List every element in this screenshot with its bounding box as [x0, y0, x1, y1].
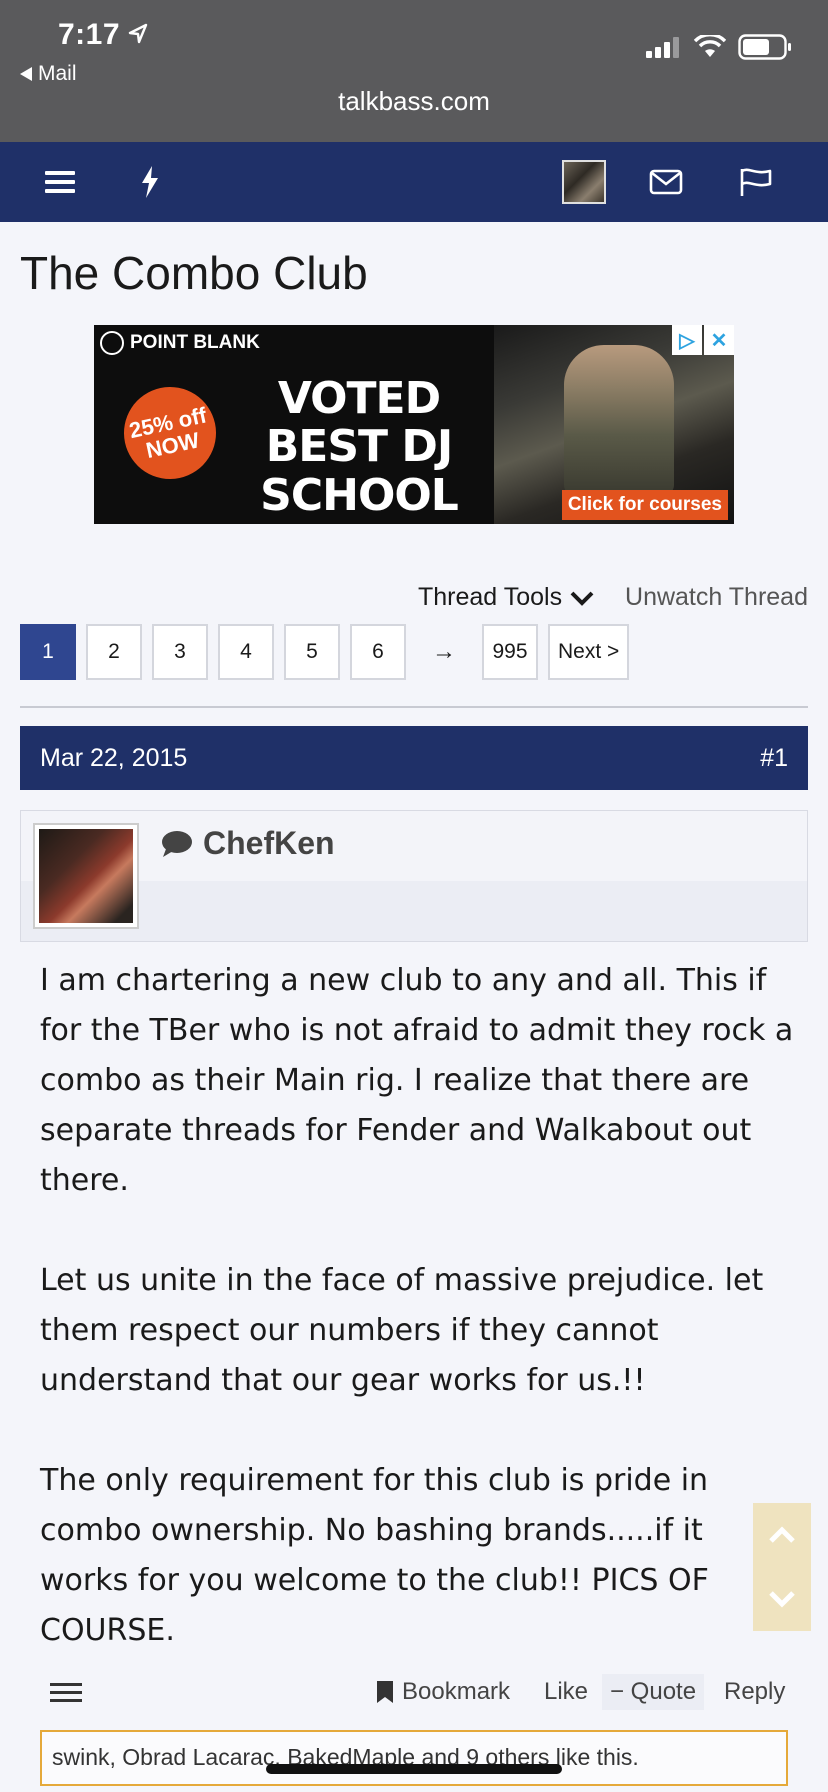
page-1-button[interactable]: 1: [20, 624, 76, 680]
home-indicator[interactable]: [266, 1764, 562, 1774]
post-message: I am chartering a new club to any and al…: [40, 956, 800, 1706]
lightning-icon: [142, 166, 158, 198]
menu-button[interactable]: [30, 142, 90, 222]
author-username: ChefKen: [203, 825, 335, 861]
alerts-button[interactable]: [726, 142, 786, 222]
speech-bubble-icon: [162, 830, 192, 857]
inbox-button[interactable]: [636, 142, 696, 222]
page-3-button[interactable]: 3: [152, 624, 208, 680]
likes-summary: swink, Obrad Lacarac, BakedMaple and 9 o…: [40, 1730, 788, 1786]
back-label: Mail: [38, 62, 77, 85]
thread-tools-dropdown[interactable]: Thread Tools: [418, 583, 594, 612]
page-2-button[interactable]: 2: [86, 624, 142, 680]
thread-tools-label: Thread Tools: [418, 583, 563, 611]
quote-button[interactable]: − Quote: [602, 1674, 705, 1710]
divider: [20, 706, 808, 708]
post-actions-bar: Bookmark Like − Quote Reply: [0, 1672, 828, 1716]
ad-brand-name: POINT BLANK: [130, 332, 260, 353]
reply-button[interactable]: Reply: [724, 1678, 785, 1706]
likes-suffix: like this.: [555, 1744, 639, 1770]
post-author-box: ChefKen: [20, 810, 808, 942]
ad-controls: ▷ ✕: [670, 325, 734, 355]
next-page-button[interactable]: Next >: [548, 624, 630, 680]
scroll-down-icon[interactable]: [769, 1590, 795, 1608]
author-name[interactable]: ChefKen: [161, 825, 335, 862]
pagination: 1 2 3 4 5 6 → 995 Next >: [20, 624, 630, 680]
avatar-image: [39, 829, 133, 923]
post-menu-icon[interactable]: [50, 1682, 82, 1704]
ad-cta-button[interactable]: Click for courses: [561, 490, 728, 520]
unwatch-thread-link[interactable]: Unwatch Thread: [625, 583, 808, 612]
bookmark-button[interactable]: Bookmark: [376, 1678, 510, 1706]
post-number[interactable]: #1: [760, 744, 788, 773]
post-header: Mar 22, 2015 #1: [20, 726, 808, 790]
page-5-button[interactable]: 5: [284, 624, 340, 680]
location-arrow-icon: [128, 23, 148, 44]
ad-close-icon[interactable]: ✕: [704, 325, 734, 355]
bookmark-icon: [377, 1681, 393, 1703]
status-time: 7:17: [58, 18, 121, 51]
page-4-button[interactable]: 4: [218, 624, 274, 680]
signal-icon: [646, 37, 679, 58]
page-6-button[interactable]: 6: [350, 624, 406, 680]
back-arrow-icon: [20, 67, 32, 81]
status-bar: 7:17 Mail talkbass.com: [0, 0, 828, 142]
page-jump-arrow[interactable]: →: [416, 624, 472, 680]
chevron-down-icon: [570, 591, 594, 606]
back-to-mail-button[interactable]: Mail: [20, 62, 77, 86]
advertisement-banner[interactable]: POINT BLANK 25% off NOW VOTED BEST DJ SC…: [94, 325, 734, 524]
ad-dj-figure: [564, 345, 674, 495]
post-paragraph: Let us unite in the face of massive prej…: [40, 1263, 764, 1398]
ad-brand: POINT BLANK: [100, 331, 260, 355]
wifi-icon: [694, 35, 726, 57]
address-bar[interactable]: talkbass.com: [0, 86, 828, 117]
envelope-icon: [649, 169, 683, 195]
hamburger-icon: [45, 171, 75, 193]
author-avatar[interactable]: [33, 823, 139, 929]
battery-icon: [738, 34, 791, 60]
post-date[interactable]: Mar 22, 2015: [40, 744, 187, 773]
whats-new-button[interactable]: [120, 142, 180, 222]
like-button[interactable]: Like: [544, 1678, 588, 1706]
page-title: The Combo Club: [20, 247, 368, 299]
point-blank-logo-icon: [100, 331, 124, 355]
post-paragraph: The only requirement for this club is pr…: [40, 1463, 709, 1648]
status-icons: [646, 34, 792, 60]
last-page-button[interactable]: 995: [482, 624, 538, 680]
user-avatar-button[interactable]: [562, 160, 606, 204]
bookmark-label: Bookmark: [402, 1678, 511, 1705]
ad-headline: VOTED BEST DJ SCHOOL: [260, 373, 459, 521]
scroll-widget: [753, 1503, 811, 1631]
scroll-up-icon[interactable]: [769, 1526, 795, 1544]
flag-icon: [740, 168, 772, 196]
post-paragraph: I am chartering a new club to any and al…: [40, 963, 794, 1198]
ad-discount-badge: 25% off NOW: [115, 378, 225, 488]
site-navbar: [0, 142, 828, 222]
adchoices-icon[interactable]: ▷: [672, 325, 702, 355]
